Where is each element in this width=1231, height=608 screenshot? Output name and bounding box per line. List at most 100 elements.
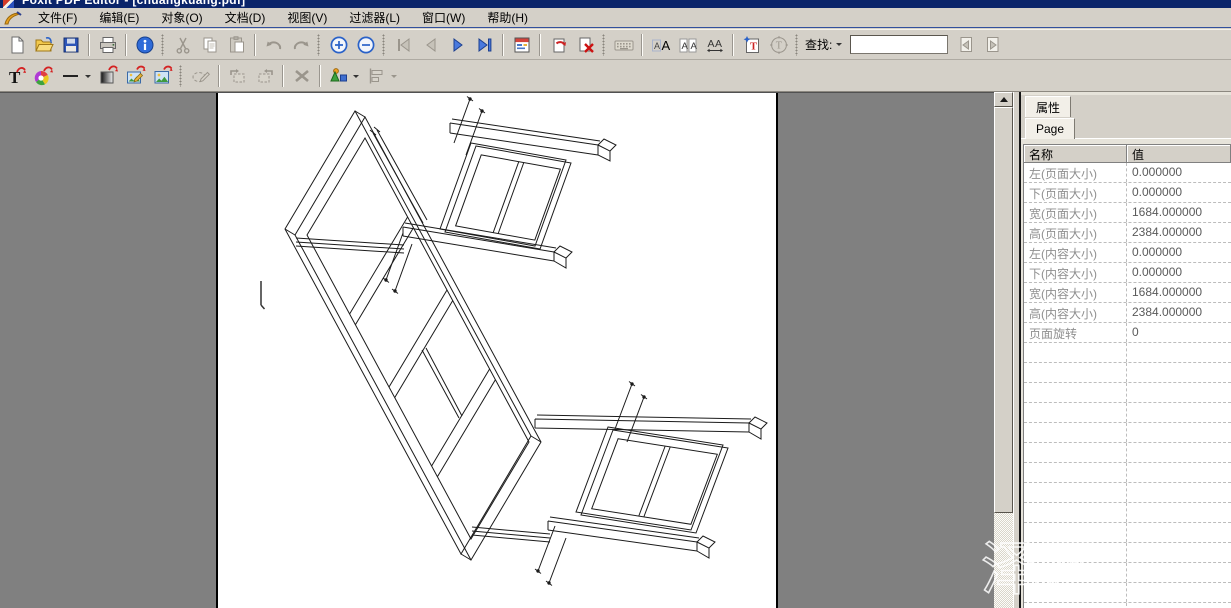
menu-help[interactable]: 帮助(H) — [476, 8, 539, 27]
table-row[interactable]: 宽(内容大小)1684.000000 — [1024, 283, 1231, 303]
select-object-icon — [190, 65, 212, 87]
line-style-caret[interactable] — [85, 75, 91, 81]
open-button[interactable] — [30, 32, 57, 58]
zoom-out-icon — [356, 35, 376, 55]
property-value[interactable]: 0.000000 — [1127, 163, 1231, 182]
menu-window[interactable]: 窗口(W) — [411, 8, 476, 27]
align-objects-caret[interactable] — [391, 75, 397, 81]
first-page-button[interactable] — [390, 32, 417, 58]
find-next-button[interactable] — [979, 32, 1006, 58]
paste-button[interactable] — [223, 32, 250, 58]
property-value[interactable]: 1684.000000 — [1127, 283, 1231, 302]
table-row[interactable]: 左(页面大小)0.000000 — [1024, 163, 1231, 183]
property-name: 宽(页面大小) — [1024, 203, 1127, 222]
menu-object[interactable]: 对象(O) — [150, 8, 213, 27]
document-icon — [3, 10, 23, 26]
edit-text-button[interactable]: T — [3, 63, 30, 89]
toolbar-grip[interactable] — [795, 34, 798, 56]
empty-row — [1024, 343, 1231, 363]
select-object-button[interactable] — [187, 63, 214, 89]
table-row[interactable]: 左(内容大小)0.000000 — [1024, 243, 1231, 263]
text-cursor — [261, 281, 265, 309]
print-button[interactable] — [94, 32, 121, 58]
property-value[interactable]: 0.000000 — [1127, 183, 1231, 202]
toolbar-grip[interactable] — [161, 34, 164, 56]
property-value[interactable]: 0.000000 — [1127, 263, 1231, 282]
next-page-button[interactable] — [444, 32, 471, 58]
edit-color-button[interactable] — [30, 63, 57, 89]
toolbar-grip[interactable] — [317, 34, 320, 56]
edit-image-button[interactable] — [122, 63, 149, 89]
find-input[interactable] — [850, 35, 948, 54]
svg-text:A: A — [715, 38, 722, 50]
rotate-object-left-button[interactable] — [224, 63, 251, 89]
svg-text:A: A — [681, 41, 688, 52]
shading-button[interactable] — [95, 63, 122, 89]
find-next-icon — [983, 35, 1003, 55]
vertical-scrollbar[interactable] — [994, 92, 1013, 608]
align-objects-button[interactable] — [363, 63, 390, 89]
table-row[interactable]: 下(内容大小)0.000000 — [1024, 263, 1231, 283]
add-text-button[interactable]: T — [738, 32, 765, 58]
property-value[interactable]: 2384.000000 — [1127, 303, 1231, 322]
find-options-caret[interactable] — [836, 43, 842, 49]
insert-objects-button[interactable] — [325, 63, 352, 89]
empty-row — [1024, 363, 1231, 383]
tab-page[interactable]: Page — [1025, 118, 1075, 139]
property-name: 高(页面大小) — [1024, 223, 1127, 242]
rotate-right-icon — [254, 65, 276, 87]
replace-image-button[interactable] — [149, 63, 176, 89]
property-value[interactable]: 2384.000000 — [1127, 223, 1231, 242]
table-row[interactable]: 高(内容大小)2384.000000 — [1024, 303, 1231, 323]
scroll-up-button[interactable] — [994, 92, 1013, 107]
copy-button[interactable] — [196, 32, 223, 58]
property-value[interactable]: 0.000000 — [1127, 243, 1231, 262]
scrollbar-thumb[interactable] — [994, 107, 1013, 513]
font-size-icon: AA — [651, 35, 671, 55]
menu-file[interactable]: 文件(F) — [27, 8, 88, 27]
table-row[interactable]: 下(页面大小)0.000000 — [1024, 183, 1231, 203]
tab-properties[interactable]: 属性 — [1025, 96, 1071, 117]
prev-page-button[interactable] — [417, 32, 444, 58]
keyboard-icon — [613, 35, 635, 55]
delete-object-button[interactable] — [288, 63, 315, 89]
property-value[interactable]: 1684.000000 — [1127, 203, 1231, 222]
menu-edit[interactable]: 编辑(E) — [88, 8, 150, 27]
redo-button[interactable] — [287, 32, 314, 58]
rotate-object-right-button[interactable] — [251, 63, 278, 89]
find-prev-button[interactable] — [952, 32, 979, 58]
zoom-out-button[interactable] — [352, 32, 379, 58]
rotate-page-button[interactable] — [545, 32, 572, 58]
separator — [641, 34, 643, 56]
delete-page-button[interactable] — [572, 32, 599, 58]
pdf-page[interactable] — [216, 93, 778, 608]
menu-document[interactable]: 文档(D) — [214, 8, 277, 27]
zoom-in-button[interactable] — [325, 32, 352, 58]
table-row[interactable]: 高(页面大小)2384.000000 — [1024, 223, 1231, 243]
line-style-button[interactable] — [57, 63, 84, 89]
font-width-button[interactable]: AA — [701, 32, 728, 58]
new-button[interactable] — [3, 32, 30, 58]
font-size-button[interactable]: AA — [647, 32, 674, 58]
document-canvas[interactable] — [0, 92, 994, 608]
insert-objects-caret[interactable] — [353, 75, 359, 81]
toolbar-grip[interactable] — [602, 34, 605, 56]
text-orientation-button[interactable]: T — [765, 32, 792, 58]
separator — [732, 34, 734, 56]
info-button[interactable] — [131, 32, 158, 58]
last-page-button[interactable] — [471, 32, 498, 58]
table-row[interactable]: 页面旋转0 — [1024, 323, 1231, 343]
font-pair-button[interactable]: AA — [674, 32, 701, 58]
page-thumbnails-button[interactable] — [508, 32, 535, 58]
menu-view[interactable]: 视图(V) — [276, 8, 338, 27]
cut-button[interactable] — [169, 32, 196, 58]
keyboard-button[interactable] — [610, 32, 637, 58]
table-row[interactable]: 宽(页面大小)1684.000000 — [1024, 203, 1231, 223]
save-button[interactable] — [57, 32, 84, 58]
property-name: 页面旋转 — [1024, 323, 1127, 342]
menu-filter[interactable]: 过滤器(L) — [338, 8, 411, 27]
toolbar-grip[interactable] — [382, 34, 385, 56]
undo-button[interactable] — [260, 32, 287, 58]
toolbar-grip[interactable] — [179, 65, 182, 87]
property-value[interactable]: 0 — [1127, 323, 1231, 342]
